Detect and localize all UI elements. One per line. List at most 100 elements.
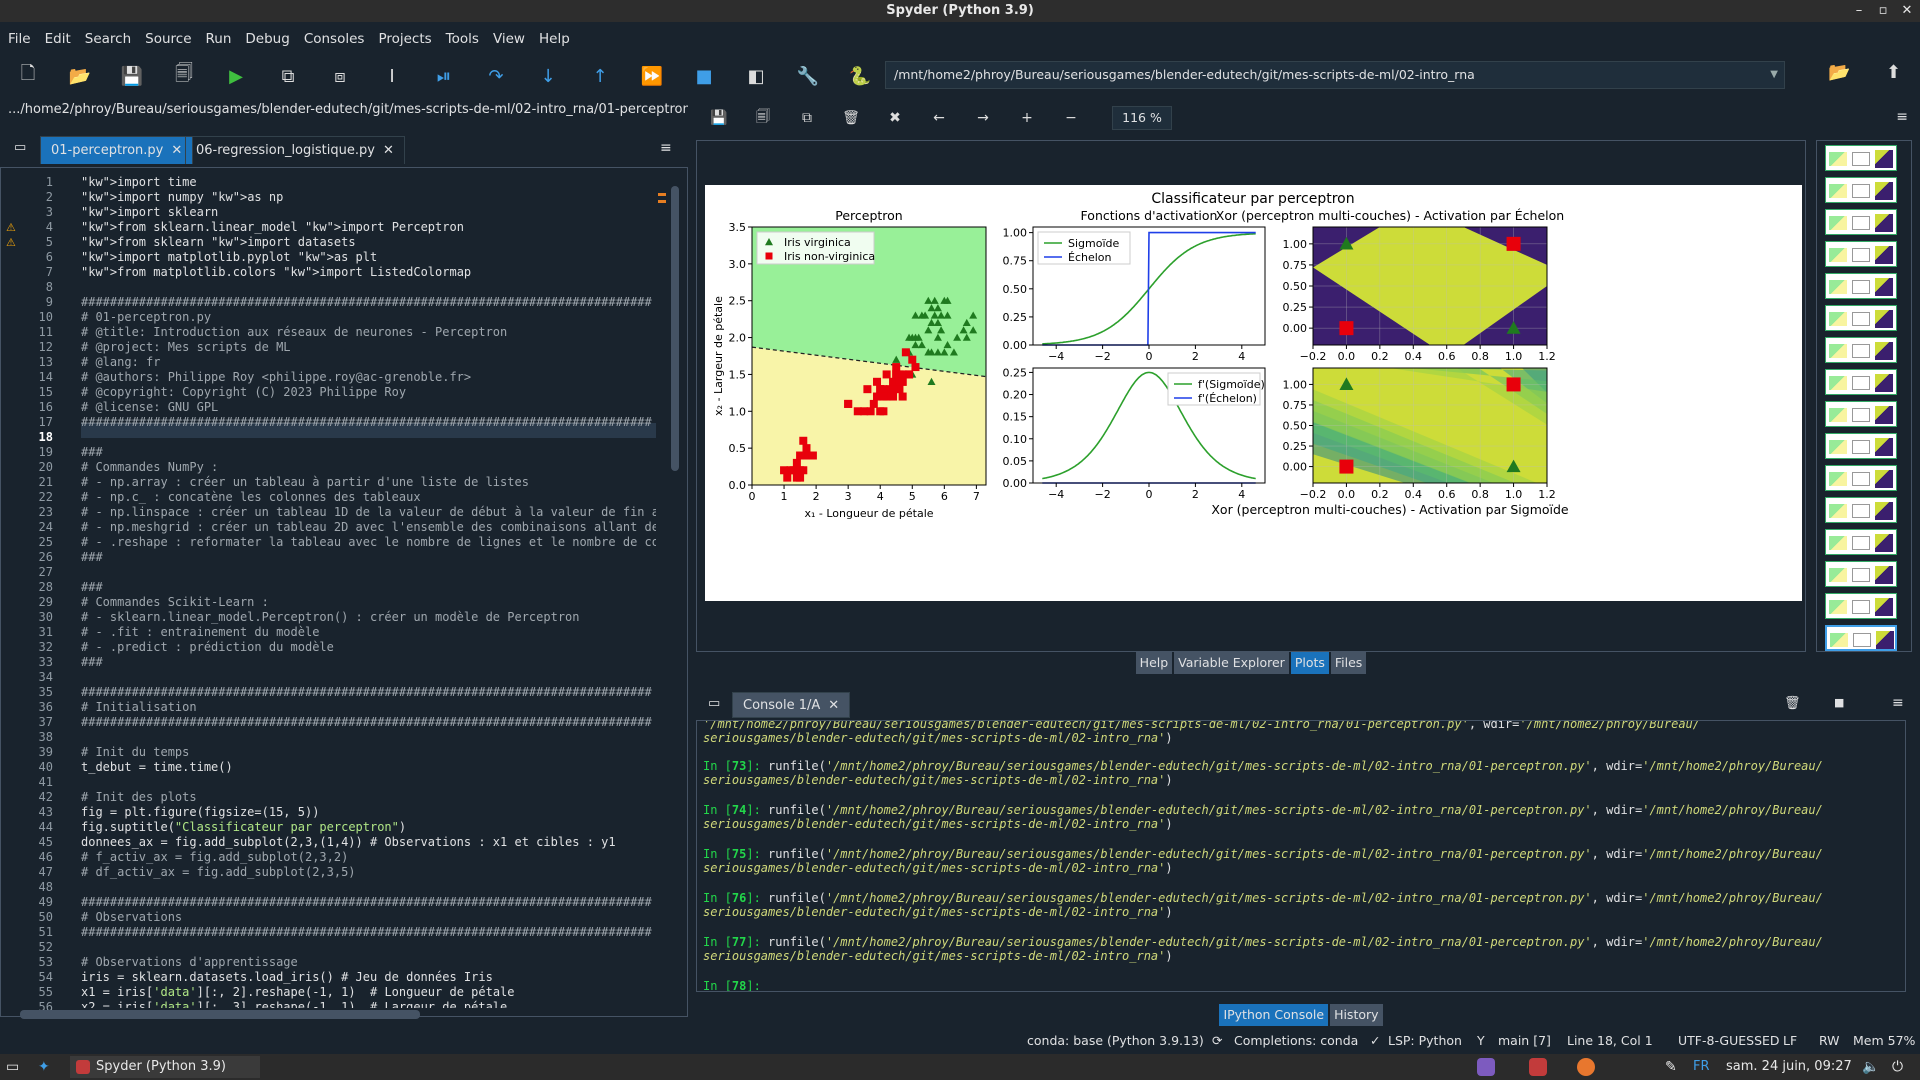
plot-thumbnail[interactable]	[1825, 497, 1897, 523]
save-plot-icon[interactable]: 💾	[708, 110, 730, 126]
code-line[interactable]: # - np.c_ : concatène les colonnes des t…	[81, 490, 421, 505]
code-line[interactable]: # - sklearn.linear_model.Perceptron() : …	[81, 610, 580, 625]
code-line[interactable]: ###	[81, 445, 103, 460]
preferences-wrench-icon[interactable]: 🔧	[792, 61, 824, 91]
tab-files[interactable]: Files	[1330, 652, 1367, 674]
menu-source[interactable]: Source	[145, 31, 191, 47]
code-line[interactable]: # - .reshape : reformater la tableau ave…	[81, 535, 656, 550]
code-line[interactable]: # - np.array : créer un tableau à partir…	[81, 475, 529, 490]
run-cell-icon[interactable]: ⧉	[272, 61, 304, 91]
debug-continue-icon[interactable]: ⏩	[636, 61, 668, 91]
zoom-out-icon[interactable]: −	[1060, 110, 1082, 126]
ipython-console-output[interactable]: '/mnt/home2/phroy/Bureau/seriousgames/bl…	[696, 720, 1906, 992]
plot-thumbnail[interactable]	[1825, 561, 1897, 587]
plot-thumbnail[interactable]	[1825, 433, 1897, 459]
next-plot-icon[interactable]: →	[972, 110, 994, 126]
plot-thumbnail[interactable]	[1825, 625, 1897, 651]
clock[interactable]: sam. 24 juin, 09:27	[1726, 1054, 1852, 1080]
code-line[interactable]: "kw">from sklearn.linear_model "kw">impo…	[81, 220, 464, 235]
save-all-icon[interactable]: 🗐	[168, 61, 200, 91]
code-line[interactable]: # Commandes NumPy :	[81, 460, 218, 475]
code-line[interactable]: # - .fit : entrainement du modèle	[81, 625, 319, 640]
conda-env-status[interactable]: conda: base (Python 3.9.13)	[1027, 1030, 1204, 1052]
remove-plot-icon[interactable]: 🗑	[840, 110, 862, 126]
debug-file-icon[interactable]: ⏯	[428, 61, 460, 91]
maximize-pane-icon[interactable]: ◧	[740, 61, 772, 91]
code-line[interactable]: ########################################…	[81, 715, 652, 730]
close-tab-icon[interactable]: ✕	[383, 143, 394, 158]
code-line[interactable]: fig.suptitle("Classificateur par percept…	[81, 820, 406, 835]
editor-options-icon[interactable]: ≡	[660, 140, 672, 156]
code-line[interactable]: ###	[81, 550, 103, 565]
browse-folder-icon[interactable]: 📂	[1828, 62, 1850, 83]
new-file-icon[interactable]: 🗋	[12, 61, 44, 91]
plot-thumbnail[interactable]	[1825, 465, 1897, 491]
editor-tab-regression[interactable]: 06-regression_logistique.py ✕	[185, 136, 405, 164]
working-directory-input[interactable]: /mnt/home2/phroy/Bureau/seriousgames/ble…	[885, 61, 1785, 89]
code-line[interactable]: # Initialisation	[81, 700, 197, 715]
emacs-tray-icon[interactable]	[1477, 1058, 1495, 1076]
network-icon[interactable]: ✎	[1665, 1054, 1677, 1080]
tab-variable-explorer[interactable]: Variable Explorer	[1174, 652, 1289, 674]
browse-tabs-icon[interactable]: ▭	[14, 140, 26, 155]
stop-kernel-icon[interactable]: ■	[1834, 696, 1844, 709]
copy-plot-icon[interactable]: ⧉	[796, 110, 818, 126]
code-line[interactable]: "kw">from matplotlib.colors "kw">import …	[81, 265, 471, 280]
firefox-tray-icon[interactable]	[1577, 1058, 1595, 1076]
clear-console-icon[interactable]: 🗑	[1784, 696, 1801, 711]
code-line[interactable]: x2 = iris['data'][:, 3].reshape(-1, 1) #…	[81, 1000, 507, 1008]
code-line[interactable]: fig = plt.figure(figsize=(15, 5))	[81, 805, 319, 820]
plot-thumbnail[interactable]	[1825, 241, 1897, 267]
lsp-status[interactable]: LSP: Python	[1388, 1030, 1462, 1052]
plot-thumbnail[interactable]	[1825, 145, 1897, 171]
save-file-icon[interactable]: 💾	[116, 61, 148, 91]
menu-projects[interactable]: Projects	[378, 31, 431, 47]
code-line[interactable]: # - np.linspace : créer un tableau 1D de…	[81, 505, 656, 520]
plot-thumbnail[interactable]	[1825, 337, 1897, 363]
code-line[interactable]: "kw">import sklearn	[81, 205, 218, 220]
warning-icon[interactable]: ⚠	[6, 237, 16, 248]
code-line[interactable]: ########################################…	[81, 685, 652, 700]
minimize-button[interactable]: –	[1852, 0, 1866, 22]
menu-tools[interactable]: Tools	[446, 31, 479, 47]
code-line[interactable]: # Init du temps	[81, 745, 189, 760]
code-line[interactable]: # f_activ_ax = fig.add_subplot(2,3,2)	[81, 850, 348, 865]
code-line[interactable]: # 01-perceptron.py	[81, 310, 211, 325]
code-line[interactable]: # df_activ_ax = fig.add_subplot(2,3,5)	[81, 865, 356, 880]
code-line[interactable]: # Init des plots	[81, 790, 197, 805]
code-line[interactable]: "kw">import numpy "kw">as np	[81, 190, 283, 205]
close-button[interactable]: ✕	[1900, 0, 1914, 22]
completions-status[interactable]: Completions: conda	[1234, 1030, 1358, 1052]
code-line[interactable]: # @project: Mes scripts de ML	[81, 340, 291, 355]
run-cell-advance-icon[interactable]: ⧈	[324, 61, 356, 91]
plot-thumbnail[interactable]	[1825, 529, 1897, 555]
menu-edit[interactable]: Edit	[45, 31, 71, 47]
code-line[interactable]: donnees_ax = fig.add_subplot(2,3,(1,4)) …	[81, 835, 616, 850]
power-icon[interactable]: ⏻	[1892, 1054, 1903, 1080]
plot-thumbnail[interactable]	[1825, 209, 1897, 235]
menu-run[interactable]: Run	[206, 31, 232, 47]
plot-thumbnails[interactable]	[1816, 140, 1912, 652]
plot-thumbnail[interactable]	[1825, 305, 1897, 331]
code-line[interactable]: ########################################…	[81, 415, 652, 430]
git-branch-status[interactable]: main [7]	[1498, 1030, 1551, 1052]
code-editor[interactable]: 1 2 3 4 5 6 7 8 9 10 11 12 13 14 15 16 17 18 19 20 21 22 23 24 2…	[0, 167, 688, 1017]
code-line[interactable]: # @license: GNU GPL	[81, 400, 218, 415]
plot-thumbnail[interactable]	[1825, 593, 1897, 619]
console-options-icon[interactable]: ≡	[1892, 695, 1904, 711]
code-line[interactable]: "kw">from sklearn "kw">import datasets	[81, 235, 356, 250]
code-line[interactable]: iris = sklearn.datasets.load_iris() # Je…	[81, 970, 493, 985]
python-path-icon[interactable]: 🐍	[844, 61, 876, 91]
code-line[interactable]: # Observations d'apprentissage	[81, 955, 298, 970]
chevron-down-icon[interactable]: ▼	[1770, 62, 1778, 88]
tab-help[interactable]: Help	[1135, 652, 1173, 674]
code-line[interactable]: # Observations	[81, 910, 182, 925]
tab-history[interactable]: History	[1330, 1004, 1383, 1026]
remove-all-plots-icon[interactable]: ✖	[884, 110, 906, 126]
run-file-icon[interactable]: ▶	[220, 61, 252, 91]
zoom-in-icon[interactable]: +	[1016, 110, 1038, 126]
code-line[interactable]: # - .predict : prédiction du modèle	[81, 640, 334, 655]
zoom-level[interactable]: 116 %	[1112, 106, 1172, 130]
save-all-plots-icon[interactable]: 🗐	[752, 106, 774, 130]
plot-thumbnail[interactable]	[1825, 273, 1897, 299]
